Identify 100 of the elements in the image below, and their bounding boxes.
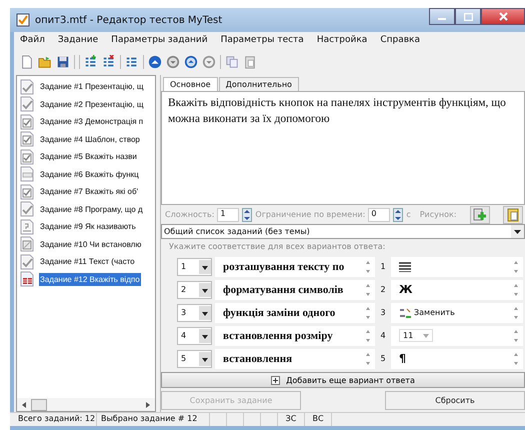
doc-icon <box>19 166 35 182</box>
menu-item[interactable]: Файл <box>20 35 45 48</box>
check-doc-icon <box>19 96 35 112</box>
time-unit: с <box>406 210 411 220</box>
answer-field[interactable]: форматування символів <box>215 280 375 300</box>
match-field[interactable]: Заменить <box>391 302 523 323</box>
reset-button[interactable]: Сбросить <box>385 390 525 410</box>
pair-number: 2 <box>379 285 387 294</box>
task-item[interactable]: Задание #11 Текст (часто <box>39 255 136 268</box>
add-list-icon[interactable] <box>84 55 98 69</box>
scroll-arrows-icon[interactable] <box>513 328 519 343</box>
tab[interactable]: Дополнительно <box>218 76 299 91</box>
task-item[interactable]: Задание #12 Вкажіть відпо <box>39 272 141 286</box>
scroll-arrows-icon[interactable] <box>513 352 519 366</box>
checkbox-icon <box>19 131 35 148</box>
close-icon <box>498 12 508 21</box>
scroll-arrows-icon[interactable] <box>513 260 519 274</box>
up-circle-icon[interactable] <box>148 55 162 69</box>
paste-icon <box>506 208 520 222</box>
add-answer-button[interactable]: Добавить еще вариант ответа <box>161 372 525 388</box>
task-item[interactable]: Задание #4 Шаблон, створ <box>39 132 141 146</box>
add-picture-button[interactable] <box>470 206 490 224</box>
answer-field[interactable]: розташування тексту по <box>215 256 375 277</box>
save-icon[interactable] <box>56 55 70 69</box>
tab[interactable]: Основное <box>163 76 218 91</box>
checkbox-icon <box>19 148 35 165</box>
task-item[interactable]: Задание #7 Вкажіть які об' <box>39 185 140 198</box>
answer-field[interactable]: встановлення <box>215 348 375 369</box>
delete-list-icon[interactable] <box>102 55 116 69</box>
pair-number: 1 <box>379 262 387 272</box>
task-item[interactable]: Задание #1 Презентацію, щ <box>39 80 144 94</box>
checkbox-icon <box>19 114 35 130</box>
hint-text: Укажите соответствие для всех вариантов ответа: <box>168 240 386 253</box>
scroll-arrows-icon[interactable] <box>365 306 371 320</box>
list-icon[interactable] <box>125 55 139 69</box>
number-dropdown[interactable]: 4 <box>177 326 212 345</box>
status-text: ВС <box>305 413 332 426</box>
scroll-arrows-icon[interactable] <box>365 282 371 297</box>
number-dropdown[interactable]: 5 <box>177 350 212 368</box>
scroll-arrows-icon[interactable] <box>513 306 519 320</box>
time-label: Ограничение по времени: <box>255 210 366 220</box>
open-folder-icon[interactable] <box>38 55 52 69</box>
check-doc-icon <box>19 254 35 270</box>
bottom-circle-icon[interactable] <box>202 55 216 69</box>
difficulty-field[interactable]: 1 <box>217 208 240 222</box>
match-field[interactable]: ¶ <box>391 348 523 369</box>
number-dropdown[interactable]: 3 <box>177 304 212 322</box>
topic-dropdown[interactable]: Общий список заданий (без темы) <box>161 224 525 239</box>
window-title: опит3.mtf - Редактор тестов MyTest <box>35 14 222 26</box>
answer-field[interactable]: встановлення розміру <box>215 326 375 346</box>
scroll-thumb[interactable] <box>31 398 47 410</box>
font-size-field: 11 <box>399 329 434 342</box>
doc-icon <box>19 236 35 252</box>
checkbox-icon <box>19 184 35 200</box>
menu-item[interactable]: Параметры теста <box>220 35 304 48</box>
task-item[interactable]: Задание #6 Вкажіть функц <box>39 168 140 181</box>
scroll-arrows-icon[interactable] <box>365 352 371 366</box>
status-text: ЗС <box>278 413 305 426</box>
replace-icon <box>399 306 412 319</box>
task-item[interactable]: Задание #8 Програму, що д <box>39 202 144 216</box>
menu-item[interactable]: Справка <box>380 35 420 48</box>
difficulty-label: Сложность: <box>165 210 214 220</box>
number-dropdown[interactable]: 1 <box>177 258 212 276</box>
plus-icon <box>271 376 280 384</box>
down-circle-icon[interactable] <box>166 55 180 69</box>
scroll-arrows-icon[interactable] <box>365 328 371 343</box>
scroll-left-icon[interactable] <box>21 400 27 408</box>
paste-icon[interactable] <box>243 55 257 69</box>
scroll-arrows-icon[interactable] <box>365 260 371 274</box>
match-field[interactable]: Ж <box>391 280 523 300</box>
number-dropdown[interactable]: 2 <box>177 280 212 299</box>
task-item[interactable]: Задание #9 Як називають <box>39 220 137 234</box>
menu-item[interactable]: Параметры заданий <box>111 35 208 48</box>
task-item[interactable]: Задание #5 Вкажіть назви <box>39 150 138 164</box>
time-field[interactable]: 0 <box>368 208 390 222</box>
new-file-icon[interactable] <box>20 55 34 69</box>
match-field[interactable]: 11 <box>391 326 523 346</box>
spin-icon[interactable] <box>393 208 404 222</box>
scroll-arrows-icon[interactable] <box>513 282 519 297</box>
minimize-button[interactable] <box>429 8 455 25</box>
answer-field[interactable]: функція заміни одного <box>215 302 375 323</box>
horizontal-scrollbar[interactable] <box>17 398 155 411</box>
close-button[interactable] <box>481 8 525 25</box>
menu-item[interactable]: Настройка <box>316 35 368 48</box>
task-item[interactable]: Задание #3 Демонстрація п <box>39 115 144 128</box>
check-doc-icon <box>19 201 35 218</box>
question-text[interactable]: Вкажіть відповідність кнопок на панелях інструментів функціям, що можна виконати за їх допомогою <box>161 90 525 206</box>
match-field[interactable] <box>391 256 523 277</box>
task-item[interactable]: Задание #10 Чи встановлю <box>39 238 142 251</box>
status-text: Выбрано задание # 12 <box>97 413 210 426</box>
maximize-button[interactable] <box>455 8 481 25</box>
add-picture-icon <box>472 208 487 222</box>
task-item[interactable]: Задание #2 Презентацію, щ <box>39 98 144 111</box>
scroll-right-icon[interactable] <box>145 400 151 408</box>
top-circle-icon[interactable] <box>184 55 198 69</box>
menu-item[interactable]: Задание <box>58 35 98 48</box>
caret-icon <box>423 334 430 338</box>
table-doc-icon <box>19 271 35 288</box>
copy-icon[interactable] <box>225 55 239 69</box>
spin-icon[interactable] <box>242 208 252 222</box>
